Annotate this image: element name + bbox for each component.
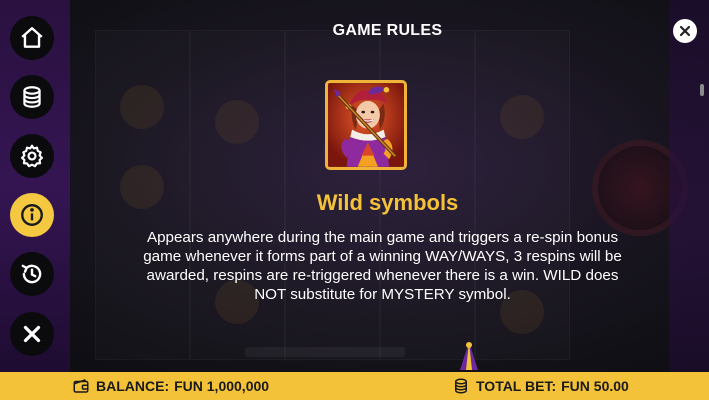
background-panel-right <box>669 0 709 372</box>
history-icon <box>21 264 42 284</box>
total-bet-display: TOTAL BET: FUN 50.00 <box>452 372 629 400</box>
wild-jester-symbol <box>325 80 407 170</box>
home-icon <box>21 27 43 48</box>
coin-stack-icon <box>455 378 467 394</box>
balance-label: BALANCE: <box>96 378 170 394</box>
bet-button[interactable] <box>10 75 54 119</box>
info-icon <box>21 204 43 226</box>
history-button[interactable] <box>10 252 54 296</box>
close-icon <box>23 325 41 343</box>
coin-stack-icon <box>23 86 41 108</box>
close-rules-button[interactable] <box>673 19 697 43</box>
gear-icon <box>20 144 44 168</box>
balance-display: BALANCE: FUN 1,000,000 <box>72 372 269 400</box>
info-button[interactable] <box>10 193 54 237</box>
side-menu <box>0 0 66 372</box>
jester-illustration <box>328 83 404 167</box>
background-symbol <box>500 95 544 139</box>
background-symbol <box>120 85 164 129</box>
total-bet-label: TOTAL BET: <box>476 378 557 394</box>
total-bet-value: FUN 50.00 <box>561 378 629 394</box>
background-symbol <box>215 100 259 144</box>
balance-value: FUN 1,000,000 <box>174 378 270 394</box>
status-bar: BALANCE: FUN 1,000,000 TOTAL BET: FUN 50… <box>0 372 709 400</box>
page-title: GAME RULES <box>332 22 443 39</box>
background-hint-text <box>245 347 405 357</box>
close-icon <box>679 25 691 37</box>
rule-description: Appears anywhere during the main game an… <box>143 229 622 303</box>
home-button[interactable] <box>10 16 54 60</box>
jester-hat-icon <box>460 342 478 370</box>
scrollbar[interactable] <box>700 84 704 96</box>
section-heading: Wild symbols <box>316 190 459 215</box>
exit-button[interactable] <box>10 312 54 356</box>
wallet-icon <box>73 379 89 393</box>
game-background <box>0 0 709 372</box>
settings-button[interactable] <box>10 134 54 178</box>
